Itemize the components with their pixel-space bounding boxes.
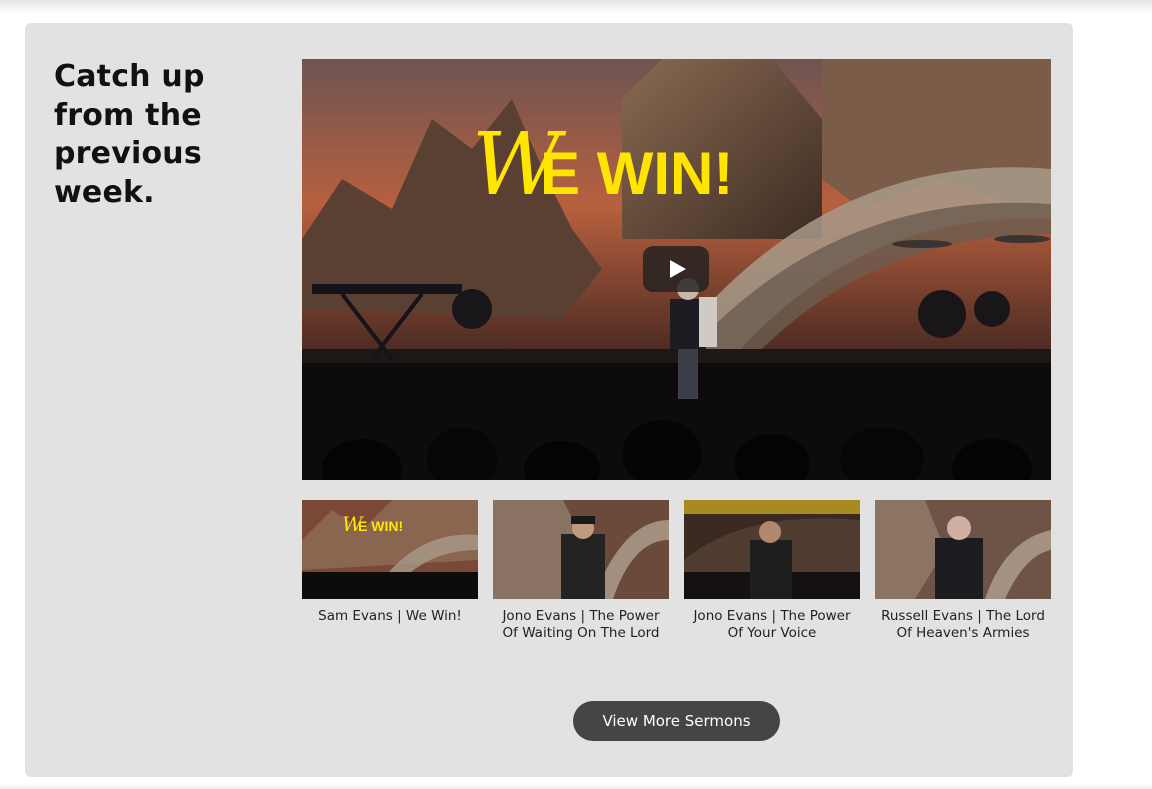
sermon-title[interactable]: Russell Evans | The Lord Of Heaven's Arm… [875,608,1051,642]
sermon-panel: Catch up from the previous week. W E WIN… [25,23,1073,777]
bottom-divider [0,784,1152,789]
featured-video-player[interactable]: W E WIN! [302,59,1051,480]
sermon-title[interactable]: Jono Evans | The Power Of Your Voice [684,608,860,642]
play-icon[interactable] [643,246,709,292]
sermon-thumbnail [875,500,1051,599]
sermon-title[interactable]: Sam Evans | We Win! [302,608,478,625]
sermon-item[interactable]: Jono Evans | The Power Of Your Voice [684,500,860,642]
sermon-item[interactable]: W E WIN! Sam Evans | We Win! [302,500,478,625]
svg-text:E WIN!: E WIN! [358,518,403,534]
sermon-thumbnail-list: W E WIN! Sam Evans | We Win! Jono Evans … [302,500,1051,670]
sermon-thumbnail [493,500,669,599]
sermon-title[interactable]: Jono Evans | The Power Of Waiting On The… [493,608,669,642]
section-heading: Catch up from the previous week. [54,59,205,210]
sermon-thumbnail [684,500,860,599]
top-shadow [0,0,1152,14]
view-more-sermons-button[interactable]: View More Sermons [573,701,780,741]
sermon-item[interactable]: Jono Evans | The Power Of Waiting On The… [493,500,669,642]
video-title-text: E WIN! [540,140,733,207]
sermon-thumbnail: W E WIN! [302,500,478,599]
sermon-item[interactable]: Russell Evans | The Lord Of Heaven's Arm… [875,500,1051,642]
